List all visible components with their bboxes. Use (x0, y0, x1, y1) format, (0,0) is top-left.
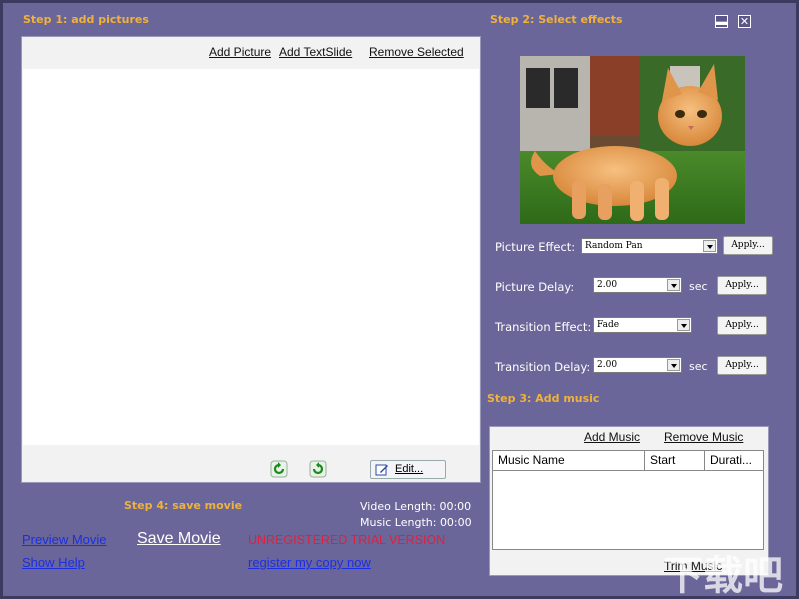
chevron-down-icon (703, 240, 716, 252)
register-link[interactable]: register my copy now (248, 555, 371, 570)
effect-preview-image (520, 56, 745, 224)
show-help-link[interactable]: Show Help (22, 555, 85, 570)
picture-delay-unit: sec (689, 280, 708, 293)
watermark-logo: 下载吧 (663, 553, 783, 599)
minimize-icon[interactable]: ▬ (715, 15, 728, 28)
step3-title: Step 3: Add music (487, 392, 600, 405)
column-duration[interactable]: Durati... (705, 451, 763, 471)
picture-effect-label: Picture Effect: (495, 240, 576, 254)
column-start[interactable]: Start (645, 451, 705, 471)
picture-delay-label: Picture Delay: (495, 280, 575, 294)
add-picture-link[interactable]: Add Picture (209, 45, 271, 59)
edit-label: Edit... (395, 463, 424, 475)
transition-delay-unit: sec (689, 360, 708, 373)
remove-music-link[interactable]: Remove Music (664, 430, 743, 444)
close-icon[interactable]: ✕ (738, 15, 751, 28)
edit-button[interactable]: Edit... (370, 460, 446, 479)
music-list[interactable]: Music Name Start Durati... (492, 450, 764, 550)
chevron-down-icon (667, 279, 680, 291)
apply-transition-delay-button[interactable]: Apply... (717, 356, 767, 375)
remove-selected-link[interactable]: Remove Selected (369, 45, 464, 59)
rotate-right-icon[interactable] (309, 460, 327, 478)
transition-effect-label: Transition Effect: (495, 320, 592, 334)
picture-effect-value: Random Pan (585, 241, 643, 251)
save-movie-link[interactable]: Save Movie (137, 530, 221, 548)
apply-picture-effect-button[interactable]: Apply... (723, 236, 773, 255)
pictures-panel: Add Picture Add TextSlide Remove Selecte… (21, 36, 481, 483)
trial-version-text: UNREGISTERED TRIAL VERSION (248, 533, 446, 547)
transition-effect-select[interactable]: Fade (593, 317, 692, 333)
chevron-down-icon (667, 359, 680, 371)
rotate-left-icon[interactable] (270, 460, 288, 478)
picture-effect-select[interactable]: Random Pan (581, 238, 718, 254)
apply-picture-delay-button[interactable]: Apply... (717, 276, 767, 295)
pictures-list[interactable] (23, 69, 479, 445)
column-music-name[interactable]: Music Name (493, 451, 645, 471)
transition-delay-select[interactable]: 2.00 (593, 357, 682, 373)
picture-delay-value: 2.00 (597, 280, 618, 290)
step2-title: Step 2: Select effects (490, 13, 623, 26)
edit-icon (375, 464, 388, 476)
transition-effect-value: Fade (597, 320, 620, 330)
app-window: Step 1: add pictures Add Picture Add Tex… (0, 0, 799, 599)
transition-delay-value: 2.00 (597, 360, 618, 370)
add-textslide-link[interactable]: Add TextSlide (279, 45, 352, 59)
step1-title: Step 1: add pictures (23, 13, 149, 26)
transition-delay-label: Transition Delay: (495, 360, 591, 374)
picture-delay-select[interactable]: 2.00 (593, 277, 682, 293)
music-length-readout: Music Length: 00:00 (360, 516, 472, 529)
step4-title: Step 4: save movie (124, 499, 243, 512)
apply-transition-effect-button[interactable]: Apply... (717, 316, 767, 335)
video-length-readout: Video Length: 00:00 (360, 500, 472, 513)
chevron-down-icon (677, 319, 690, 331)
preview-movie-link[interactable]: Preview Movie (22, 532, 107, 547)
add-music-link[interactable]: Add Music (584, 430, 640, 444)
